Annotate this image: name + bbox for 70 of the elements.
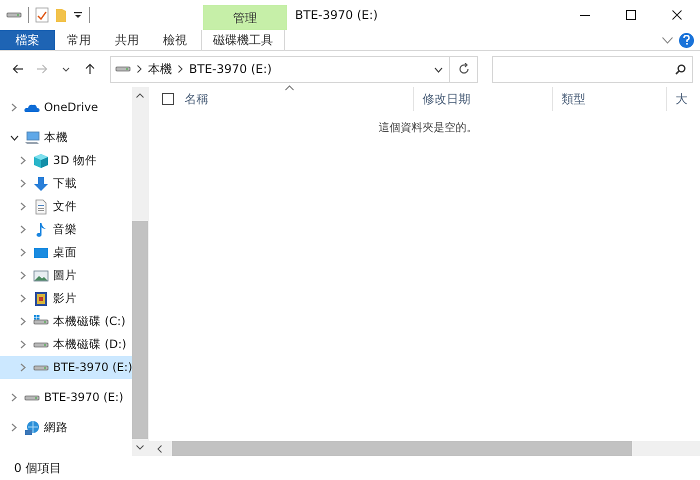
tree-item[interactable]: 本機磁碟 (D:) <box>0 333 132 356</box>
horizontal-scrollbar[interactable] <box>149 441 700 456</box>
ribbon-tab[interactable]: 磁碟機工具 <box>201 30 285 50</box>
context-tab-header: 管理 <box>203 5 287 30</box>
expand-chevron-icon[interactable] <box>20 156 26 165</box>
column-header[interactable]: 名稱 <box>184 87 414 111</box>
tree-item[interactable]: 音樂 <box>0 218 132 241</box>
tree-item[interactable]: 下載 <box>0 172 132 195</box>
breadcrumb-chevron-icon[interactable] <box>137 65 142 73</box>
refresh-icon[interactable] <box>458 63 470 75</box>
expand-ribbon-chevron-icon[interactable] <box>662 36 673 44</box>
tree-item[interactable]: 文件 <box>0 195 132 218</box>
tree-item[interactable]: 影片 <box>0 287 132 310</box>
tree-item[interactable]: 圖片 <box>0 264 132 287</box>
tree-item[interactable]: BTE-3970 (E:) <box>0 386 132 409</box>
empty-folder-message: 這個資料夾是空的。 <box>377 120 478 136</box>
checklist-icon[interactable] <box>35 7 49 23</box>
close-icon[interactable] <box>672 10 682 20</box>
expand-chevron-icon[interactable] <box>20 271 26 280</box>
search-field[interactable] <box>492 56 693 82</box>
tree-item[interactable]: 3D 物件 <box>0 149 132 172</box>
network-globe-icon <box>24 420 40 436</box>
cube-icon <box>33 152 49 168</box>
tree-item[interactable]: 網路 <box>0 416 132 439</box>
select-all-checkbox[interactable] <box>162 93 174 105</box>
expand-chevron-icon[interactable] <box>20 317 26 326</box>
scrollbar-thumb[interactable] <box>132 221 148 439</box>
expand-chevron-icon[interactable] <box>20 248 26 257</box>
window-title: BTE-3970 (E:) <box>294 7 378 24</box>
expand-chevron-icon[interactable] <box>20 225 26 234</box>
maximize-icon[interactable] <box>626 10 636 20</box>
sort-ascending-icon <box>285 85 294 91</box>
ribbon-tab[interactable]: 常用 <box>55 30 103 50</box>
back-arrow-icon[interactable] <box>12 63 24 75</box>
vertical-scrollbar[interactable] <box>132 87 148 456</box>
breadcrumb-chevron-icon[interactable] <box>178 65 183 73</box>
breadcrumb[interactable]: 本機 <box>148 60 172 78</box>
down-arrow-icon <box>33 176 49 192</box>
expand-chevron-icon[interactable] <box>11 393 17 402</box>
collapse-chevron-icon[interactable] <box>10 134 18 140</box>
picture-icon <box>33 268 49 284</box>
expand-chevron-icon[interactable] <box>20 294 26 303</box>
computer-icon <box>24 130 40 146</box>
address-dropdown-icon[interactable] <box>434 66 443 73</box>
search-icon <box>675 64 686 74</box>
expand-chevron-icon[interactable] <box>20 363 26 372</box>
tree-item[interactable]: 本機磁碟 (C:) <box>0 310 132 333</box>
ribbon-tab[interactable]: 檢視 <box>151 30 199 50</box>
column-header[interactable]: 類型 <box>552 87 666 111</box>
column-header[interactable]: 修改日期 <box>413 87 552 111</box>
expand-chevron-icon[interactable] <box>11 423 17 432</box>
scrollbar-thumb[interactable] <box>172 441 632 456</box>
status-text: 0 個項目 <box>14 460 62 477</box>
help-icon[interactable] <box>679 32 694 48</box>
document-icon <box>33 198 49 214</box>
address-bar[interactable]: 本機 BTE-3970 (E:) <box>110 56 478 82</box>
expand-chevron-icon[interactable] <box>20 179 26 188</box>
expand-chevron-icon[interactable] <box>20 202 26 211</box>
ribbon-tab[interactable]: 檔案 <box>0 30 55 50</box>
expand-chevron-icon[interactable] <box>20 340 26 349</box>
breadcrumb[interactable]: BTE-3970 (E:) <box>189 60 272 78</box>
tree-item[interactable]: 桌面 <box>0 241 132 264</box>
tree-item[interactable]: BTE-3970 (E:) <box>0 356 132 379</box>
expand-chevron-icon[interactable] <box>11 103 17 112</box>
tree-item[interactable]: 本機 <box>0 126 132 149</box>
tree-item[interactable]: OneDrive <box>0 96 132 119</box>
column-header[interactable]: 大 <box>666 87 700 111</box>
film-icon <box>33 290 49 306</box>
up-arrow-icon[interactable] <box>84 63 96 75</box>
ribbon-tab[interactable]: 共用 <box>103 30 151 50</box>
